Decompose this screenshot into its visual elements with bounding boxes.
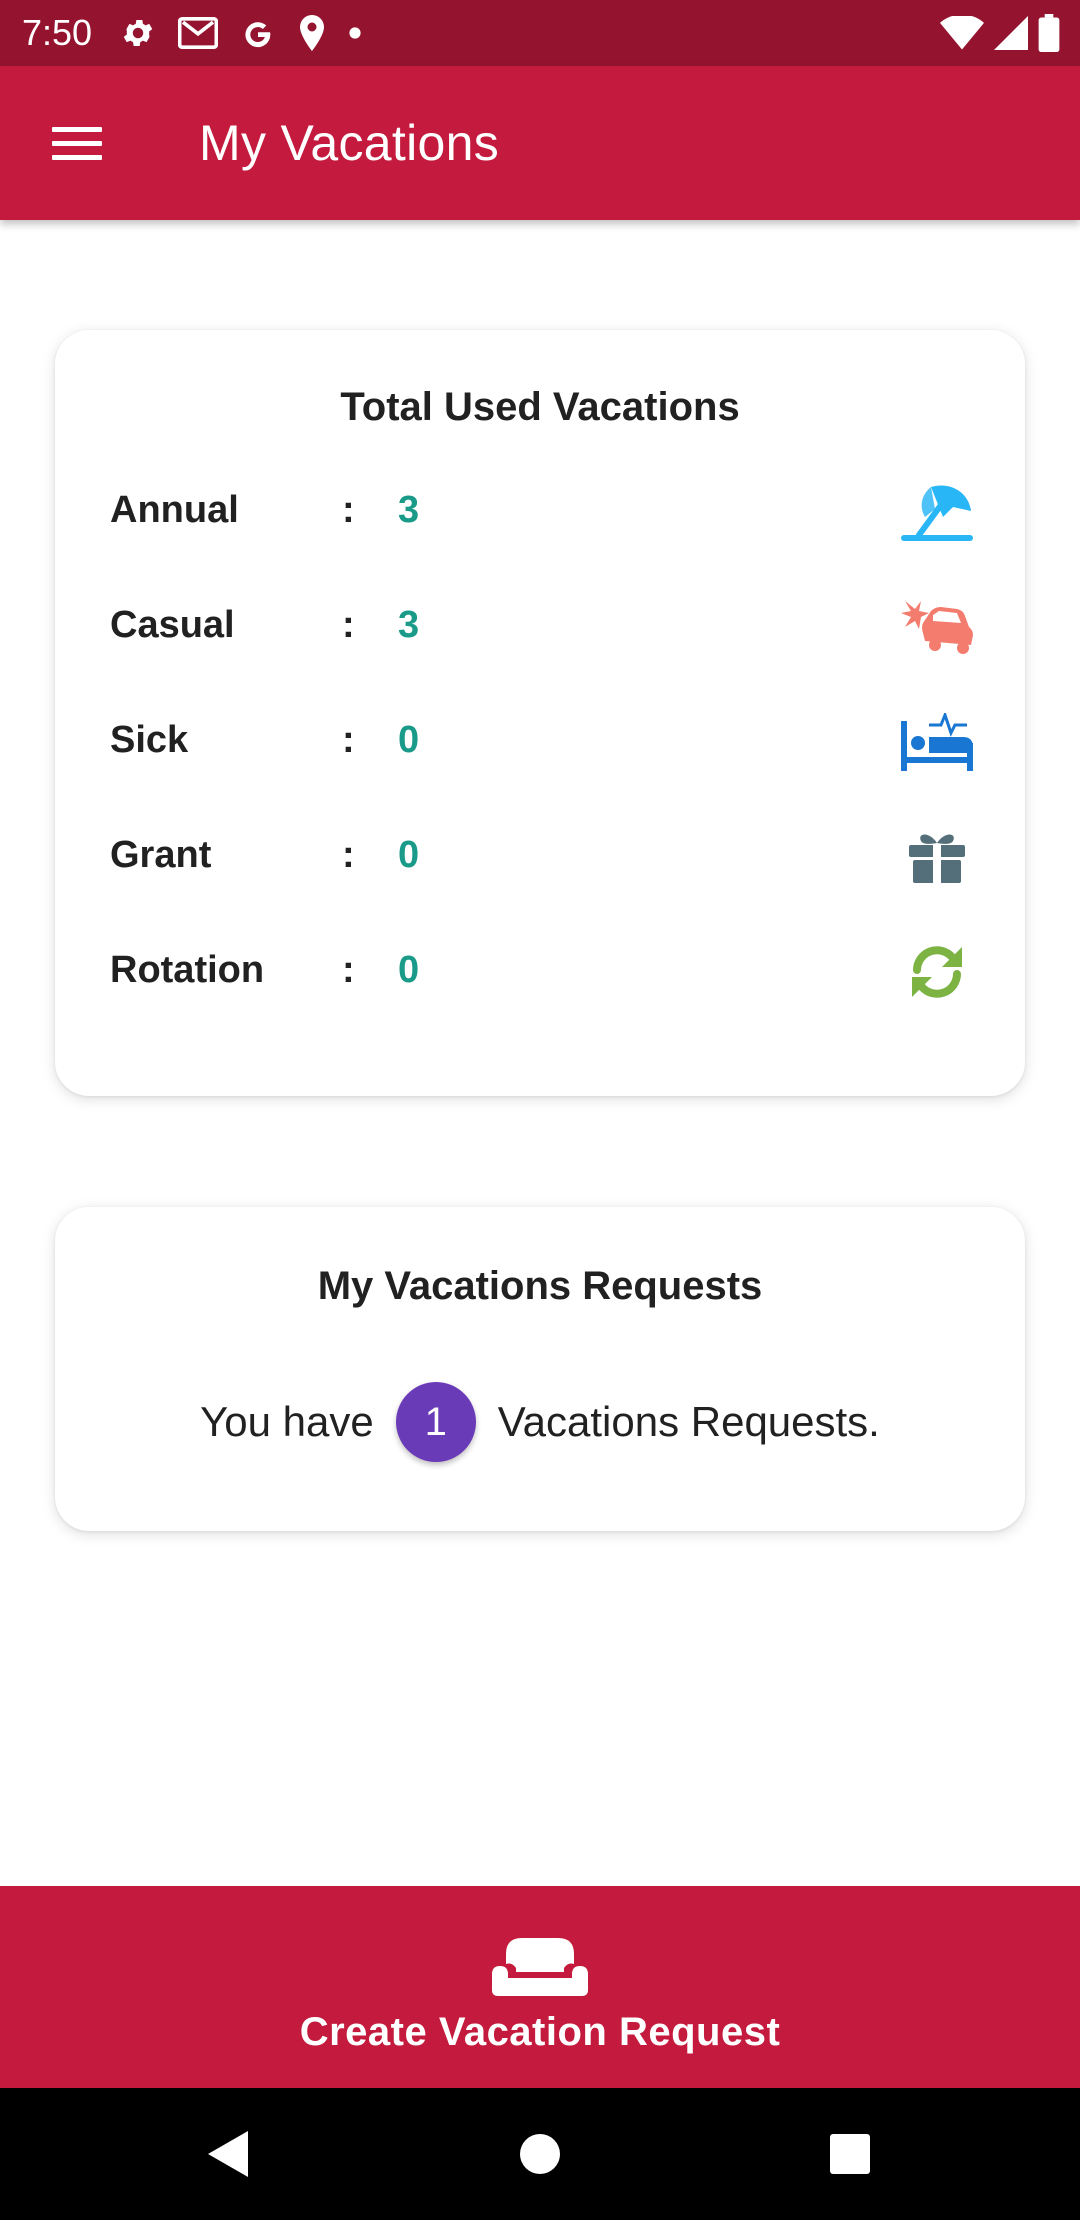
nav-recents-button[interactable] <box>790 2088 910 2220</box>
vacation-label: Sick <box>110 719 189 761</box>
requests-count-badge: 1 <box>395 1382 476 1462</box>
vacation-label: Annual <box>110 489 239 531</box>
gmail-icon <box>178 17 219 49</box>
nav-home-button[interactable] <box>480 2088 600 2220</box>
used-vacations-card: Total Used Vacations Annual : 3 Casual :… <box>55 330 1025 1096</box>
car-crash-icon <box>901 594 973 660</box>
vacation-row-annual: Annual : 3 <box>55 473 1025 553</box>
google-icon <box>245 22 271 48</box>
wifi-icon <box>940 16 984 50</box>
gear-icon <box>123 19 153 47</box>
gift-icon <box>901 824 973 890</box>
vacation-value: 0 <box>398 834 420 876</box>
battery-icon <box>1038 14 1060 52</box>
vacation-row-rotation: Rotation : 0 <box>55 933 1025 1013</box>
vacation-value: 0 <box>398 719 420 761</box>
vacation-requests-summary: You have 1 Vacations Requests. <box>55 1382 1025 1462</box>
menu-button[interactable] <box>39 105 115 181</box>
vacation-label: Grant <box>110 834 212 876</box>
requests-prefix: You have <box>200 1398 374 1445</box>
vacation-row-sick: Sick : 0 <box>55 703 1025 783</box>
status-bar: 7:50 <box>0 0 1080 66</box>
requests-suffix: Vacations Requests. <box>497 1398 880 1445</box>
cell-signal-icon <box>994 16 1028 50</box>
vacation-row-grant: Grant : 0 <box>55 818 1025 898</box>
used-vacations-title: Total Used Vacations <box>340 385 740 429</box>
couch-icon <box>492 1938 588 1996</box>
page-title: My Vacations <box>199 115 500 171</box>
vacation-colon: : <box>342 949 355 991</box>
create-vacation-request-label: Create Vacation Request <box>299 2010 781 2054</box>
status-icons-left <box>120 15 362 51</box>
vacation-requests-title: My Vacations Requests <box>317 1264 763 1308</box>
status-icons-right <box>940 0 1060 66</box>
sync-icon <box>901 939 973 1005</box>
hamburger-menu-icon <box>52 126 102 132</box>
system-nav-bar <box>0 2088 1080 2220</box>
vacation-row-casual: Casual : 3 <box>55 588 1025 668</box>
vacation-value: 3 <box>398 604 420 646</box>
vacation-colon: : <box>342 719 355 761</box>
vacation-colon: : <box>342 489 355 531</box>
status-time: 7:50 <box>22 12 93 53</box>
app-bar: My Vacations <box>0 66 1080 220</box>
vacation-label: Casual <box>110 604 235 646</box>
beach-umbrella-icon <box>901 479 973 545</box>
vacation-colon: : <box>342 834 355 876</box>
create-vacation-request-button[interactable]: Create Vacation Request <box>0 1886 1080 2088</box>
back-icon <box>208 2131 248 2177</box>
vacation-colon: : <box>342 604 355 646</box>
vacation-value: 0 <box>398 949 420 991</box>
hospital-bed-icon <box>901 709 973 775</box>
vacation-requests-card[interactable]: My Vacations Requests You have 1 Vacatio… <box>55 1207 1025 1531</box>
home-icon <box>520 2134 560 2174</box>
vacation-label: Rotation <box>110 949 265 991</box>
location-pin-icon <box>300 15 325 51</box>
nav-back-button[interactable] <box>168 2088 288 2220</box>
dot-icon <box>349 27 361 39</box>
vacation-value: 3 <box>398 489 420 531</box>
recents-icon <box>830 2134 870 2174</box>
